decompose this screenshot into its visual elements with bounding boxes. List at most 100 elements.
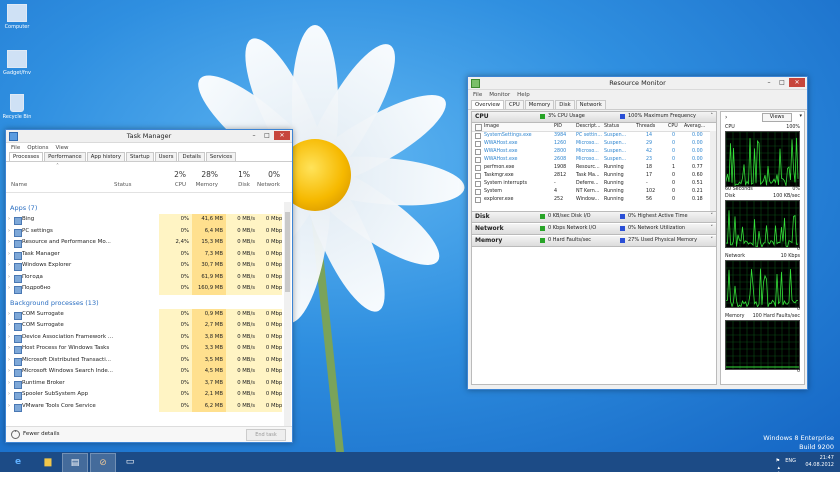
expand-icon[interactable]: ˅ bbox=[711, 237, 714, 243]
expand-arrow-icon[interactable]: › bbox=[8, 380, 10, 386]
expand-arrow-icon[interactable]: › bbox=[8, 391, 10, 397]
memory-section-header[interactable]: Memory 0 Hard Faults/sec 27% Used Physic… bbox=[472, 236, 716, 247]
col-name[interactable]: Name bbox=[11, 182, 27, 188]
col-disk[interactable]: Disk bbox=[228, 182, 250, 188]
expand-icon[interactable]: ˅ bbox=[711, 213, 714, 219]
views-dropdown-icon[interactable]: ▾ bbox=[799, 113, 802, 119]
end-task-button[interactable]: End task bbox=[246, 429, 286, 441]
process-row[interactable]: › Windows Explorer 0%30,7 MB0 MB/s0 Mbps bbox=[6, 260, 282, 272]
file-explorer-icon[interactable]: ▆ bbox=[36, 453, 60, 471]
menu-view[interactable]: View bbox=[55, 145, 68, 151]
col-cpu[interactable]: CPU bbox=[668, 124, 678, 129]
cpu-process-row[interactable]: WWAHost.exe 1260 Microso... Suspen... 29 0 0.0… bbox=[472, 140, 716, 148]
process-row[interactable]: › Подробно 0%160,9 MB0 MB/s0 Mbps bbox=[6, 283, 282, 295]
row-checkbox[interactable] bbox=[475, 133, 481, 139]
row-checkbox[interactable] bbox=[475, 181, 481, 187]
maximize-button[interactable]: □ bbox=[776, 78, 788, 87]
process-row[interactable]: › COM Surrogate 0%2,7 MB0 MB/s0 Mbps bbox=[6, 320, 282, 332]
internet-explorer-icon[interactable]: e bbox=[6, 453, 30, 471]
tab-processes[interactable]: Processes bbox=[9, 152, 44, 161]
process-row[interactable]: › Runtime Broker 0%3,7 MB0 MB/s0 Mbps bbox=[6, 377, 282, 389]
row-checkbox[interactable] bbox=[475, 157, 481, 163]
expand-arrow-icon[interactable]: › bbox=[8, 239, 10, 245]
select-all-checkbox[interactable] bbox=[475, 124, 482, 131]
process-row[interactable]: › Resource and Performance Mo... 2,4% 15,3 … bbox=[6, 237, 282, 249]
expand-arrow-icon[interactable]: › bbox=[8, 357, 10, 363]
language-indicator[interactable]: ENG bbox=[785, 458, 796, 465]
clock-date[interactable]: 04.08.2012 bbox=[805, 462, 834, 469]
tab-overview[interactable]: Overview bbox=[471, 100, 504, 109]
tab-memory[interactable]: Memory bbox=[524, 100, 555, 109]
tab-app-history[interactable]: App history bbox=[86, 152, 125, 161]
process-row[interactable]: › Microsoft Distributed Transacti... 0% 3,5… bbox=[6, 354, 282, 366]
expand-arrow-icon[interactable]: › bbox=[8, 345, 10, 351]
col-status[interactable]: Status bbox=[114, 182, 132, 188]
cpu-process-row[interactable]: WWAHost.exe 2608 Microso... Suspen... 23 0 0.0… bbox=[472, 156, 716, 164]
process-row[interactable]: › VMware Tools Core Service 0% 6,2 MB 0 MB/s… bbox=[6, 400, 282, 412]
col-image[interactable]: Image bbox=[484, 124, 499, 129]
menu-file[interactable]: File bbox=[473, 92, 482, 98]
cpu-process-row[interactable]: WWAHost.exe 2800 Microso... Suspen... 42 0 0.0… bbox=[472, 148, 716, 156]
expand-arrow-icon[interactable]: › bbox=[8, 368, 10, 374]
desktop-icon-gadget[interactable]: Gadget/fnv bbox=[2, 50, 32, 76]
menu-options[interactable]: Options bbox=[27, 145, 48, 151]
chevron-up-icon[interactable]: ˄ bbox=[11, 430, 20, 439]
cpu-process-row[interactable]: Taskmgr.exe 2812 Task Ma... Running 17 0 0.60 bbox=[472, 172, 716, 180]
minimize-button[interactable]: – bbox=[763, 78, 775, 87]
cpu-process-row[interactable]: System 4 NT Kern... Running 102 0 0.21 bbox=[472, 188, 716, 196]
row-checkbox[interactable] bbox=[475, 173, 481, 179]
expand-arrow-icon[interactable]: › bbox=[8, 334, 10, 340]
group-apps[interactable]: Apps (7) bbox=[6, 202, 282, 214]
desktop-icon-recycle-bin[interactable]: Recycle Bin bbox=[2, 94, 32, 120]
resource-monitor-titlebar[interactable]: Resource Monitor – □ ✕ bbox=[468, 77, 807, 90]
tab-services[interactable]: Services bbox=[205, 152, 237, 161]
col-pid[interactable]: PID bbox=[554, 124, 562, 129]
process-row[interactable]: › Bing 0%41,6 MB0 MB/s0 Mbps bbox=[6, 214, 282, 226]
window-taskbar-icon[interactable]: ▭ bbox=[118, 453, 142, 471]
process-row[interactable]: › Microsoft Windows Search Inde... 0% 4,5 M… bbox=[6, 366, 282, 378]
row-checkbox[interactable] bbox=[475, 197, 481, 203]
tab-disk[interactable]: Disk bbox=[555, 100, 575, 109]
col-description[interactable]: Descript... bbox=[576, 124, 601, 129]
expand-arrow-icon[interactable]: › bbox=[8, 311, 10, 317]
cpu-process-row[interactable]: explorer.exe 252 Window... Running 56 0 0.18 bbox=[472, 196, 716, 204]
cpu-process-row[interactable]: SystemSettings.exe 3984 PC settin... Suspen… bbox=[472, 132, 716, 140]
tab-network[interactable]: Network bbox=[575, 100, 606, 109]
col-memory[interactable]: Memory bbox=[192, 182, 218, 188]
expand-arrow-icon[interactable]: › bbox=[8, 251, 10, 257]
maximize-button[interactable]: □ bbox=[261, 131, 273, 140]
menu-help[interactable]: Help bbox=[517, 92, 530, 98]
col-status[interactable]: Status bbox=[604, 124, 619, 129]
scrollbar[interactable] bbox=[284, 202, 291, 426]
row-checkbox[interactable] bbox=[475, 141, 481, 147]
col-threads[interactable]: Threads bbox=[636, 124, 655, 129]
resource-monitor-taskbar-icon[interactable]: ⊘ bbox=[90, 453, 116, 473]
row-checkbox[interactable] bbox=[475, 149, 481, 155]
task-manager-taskbar-icon[interactable]: ▤ bbox=[62, 453, 88, 473]
process-row[interactable]: › Погода 0%61,9 MB0 MB/s0 Mbps bbox=[6, 271, 282, 283]
desktop-icon-computer[interactable]: Computer bbox=[2, 4, 32, 30]
expand-arrow-icon[interactable]: › bbox=[8, 322, 10, 328]
tab-performance[interactable]: Performance bbox=[44, 152, 86, 161]
collapse-icon[interactable]: ˄ bbox=[711, 113, 714, 119]
expand-arrow-icon[interactable]: › bbox=[8, 216, 10, 222]
expand-icon[interactable]: ˅ bbox=[711, 225, 714, 231]
tray-icons[interactable]: ⚑ ▴ ♪ bbox=[776, 458, 780, 478]
task-manager-titlebar[interactable]: Task Manager – □ ✕ bbox=[6, 130, 292, 143]
panel-expand-icon[interactable]: › bbox=[725, 114, 727, 121]
col-network[interactable]: Network bbox=[252, 182, 280, 188]
network-section-header[interactable]: Network 0 Kbps Network I/O 0% Network Ut… bbox=[472, 224, 716, 235]
expand-arrow-icon[interactable]: › bbox=[8, 262, 10, 268]
row-checkbox[interactable] bbox=[475, 165, 481, 171]
expand-arrow-icon[interactable]: › bbox=[8, 285, 10, 291]
cpu-section-header[interactable]: CPU 3% CPU Usage 100% Maximum Frequency … bbox=[472, 112, 716, 123]
minimize-button[interactable]: – bbox=[248, 131, 260, 140]
process-row[interactable]: › Device Association Framework ... 0% 3,8 M… bbox=[6, 331, 282, 343]
col-average-cpu[interactable]: Averag... bbox=[684, 124, 705, 129]
cpu-process-row[interactable]: System interrupts - Deferre... Running - 0 0.5… bbox=[472, 180, 716, 188]
menu-monitor[interactable]: Monitor bbox=[489, 92, 510, 98]
expand-arrow-icon[interactable]: › bbox=[8, 403, 10, 409]
tab-details[interactable]: Details bbox=[178, 152, 205, 161]
group-background[interactable]: Background processes (13) bbox=[6, 297, 282, 309]
col-cpu[interactable]: CPU bbox=[166, 182, 186, 188]
